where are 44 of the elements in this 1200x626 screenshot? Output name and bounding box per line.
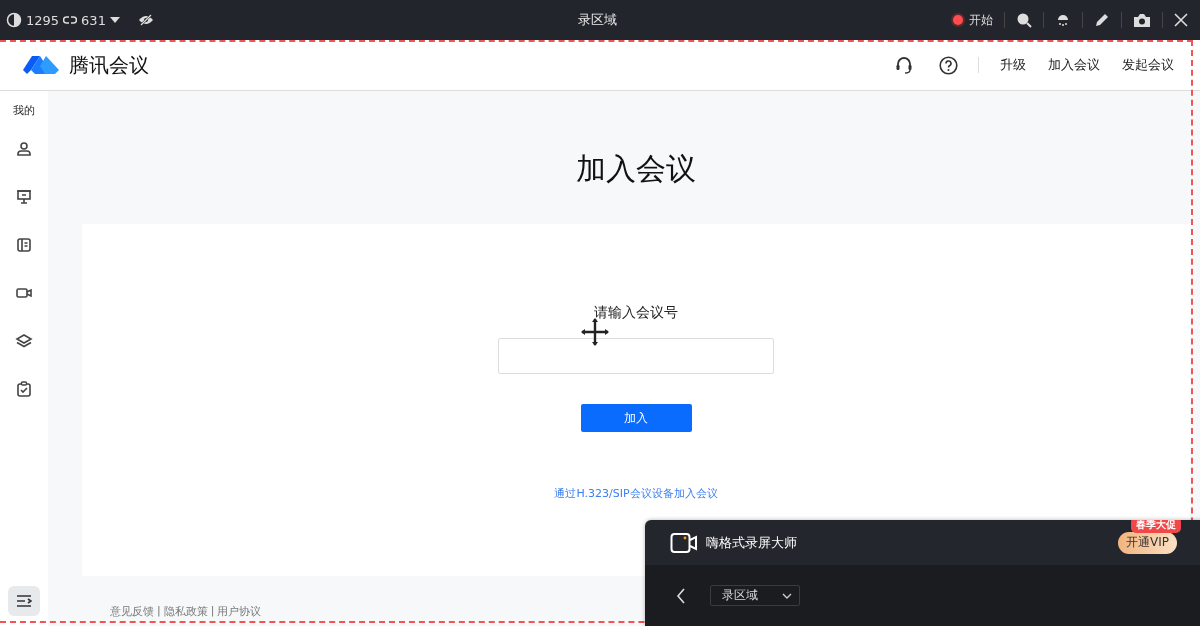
presentation-icon[interactable]	[15, 188, 33, 206]
field-label: 请输入会议号	[594, 304, 678, 322]
clipboard-check-icon[interactable]	[15, 380, 33, 398]
pencil-icon[interactable]	[1094, 12, 1110, 28]
hidden-eye-icon[interactable]	[137, 14, 154, 26]
toolbar-title: 录区域	[577, 11, 617, 29]
headset-icon[interactable]	[895, 56, 913, 74]
meeting-number-field[interactable]	[498, 338, 774, 374]
chevron-down-icon	[782, 592, 792, 599]
magnifier-icon[interactable]	[1016, 12, 1032, 28]
video-camera-icon	[670, 531, 698, 554]
person-icon[interactable]	[15, 140, 33, 158]
help-icon[interactable]	[939, 55, 958, 75]
move-cursor-icon	[580, 317, 610, 347]
footer-link[interactable]: 意见反馈	[110, 604, 154, 619]
dropdown-value: 录区域	[722, 587, 758, 604]
start-button[interactable]: 开始	[953, 11, 993, 29]
layers-icon[interactable]	[15, 332, 33, 350]
back-icon[interactable]	[676, 587, 686, 604]
separator-text: |	[157, 604, 161, 619]
nav-link[interactable]: 升级	[1000, 56, 1026, 74]
nav-link[interactable]: 发起会议	[1122, 56, 1174, 74]
footer-link[interactable]: 隐私政策	[163, 604, 208, 619]
app-logo-text: 腾讯会议	[69, 51, 149, 79]
page-heading: 加入会议	[575, 150, 697, 188]
spotlight-icon[interactable]	[1055, 12, 1071, 28]
link-icon[interactable]	[63, 15, 78, 25]
app-name: 嗨格式录屏大师	[706, 533, 797, 552]
height-value[interactable]: 631	[81, 12, 106, 28]
sidebar-title[interactable]: 我的	[13, 103, 35, 118]
close-icon[interactable]	[1174, 13, 1188, 27]
separator-text: |	[210, 604, 215, 619]
width-value[interactable]: 1295	[26, 12, 60, 28]
caret-icon[interactable]	[109, 17, 120, 23]
nav-link[interactable]: 加入会议	[1048, 56, 1100, 74]
camera-icon[interactable]	[1133, 12, 1151, 28]
contrast-icon[interactable]	[6, 12, 22, 28]
vip-button[interactable]: 开通VIP	[1118, 531, 1177, 554]
sip-join-link[interactable]: 通过H.323/SIP会议设备加入会议	[554, 486, 718, 501]
join-button[interactable]: 加入	[580, 404, 692, 432]
footer-link[interactable]: 用户协议	[217, 604, 262, 619]
document-icon[interactable]	[15, 236, 33, 254]
collapse-menu-icon[interactable]	[8, 586, 40, 616]
mode-dropdown[interactable]: 录区域	[710, 585, 800, 606]
